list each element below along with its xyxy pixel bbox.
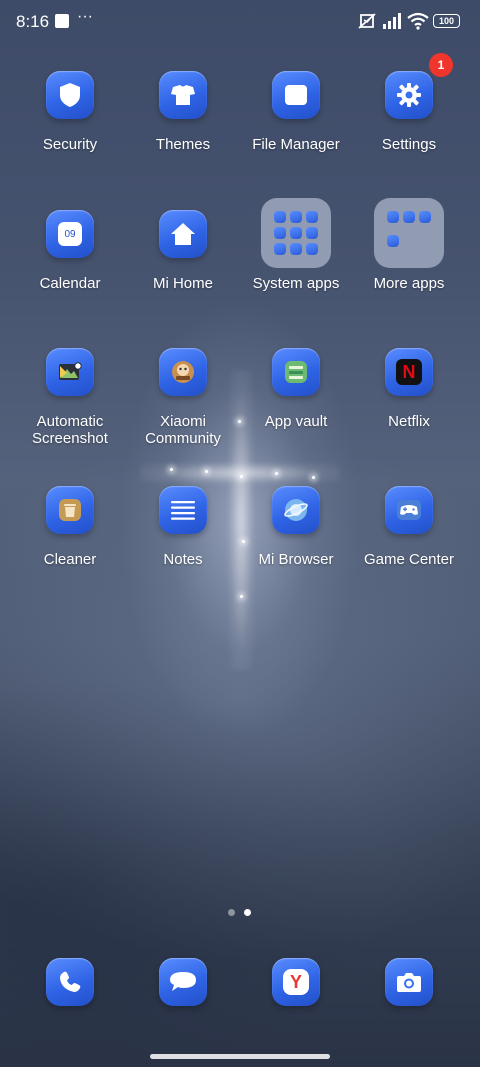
- dock-browser[interactable]: Y: [272, 958, 320, 1006]
- xiaomi-community-app-icon[interactable]: [159, 348, 207, 396]
- app-label: Themes: [155, 136, 211, 153]
- notification-badge: 1: [429, 53, 453, 77]
- app-label: Automatic Screenshot: [32, 413, 108, 447]
- netflix-icon: N: [396, 359, 422, 385]
- themes-icon: [171, 85, 195, 105]
- page-dot-active[interactable]: [244, 909, 251, 916]
- themes-app-icon[interactable]: [159, 71, 207, 119]
- wallpaper-star: [170, 468, 173, 471]
- notes-icon: [171, 501, 195, 520]
- page-indicator: [228, 909, 258, 917]
- app-label: Notes: [163, 551, 203, 568]
- wifi-icon: [407, 12, 429, 30]
- app-label: App vault: [264, 413, 328, 430]
- trash-icon: [59, 499, 81, 521]
- wallpaper-star: [205, 470, 208, 473]
- dock-messages[interactable]: [159, 958, 207, 1006]
- mi-home-app-icon[interactable]: [159, 210, 207, 258]
- folder-grid-icon[interactable]: [261, 198, 331, 268]
- calendar-icon: 09: [58, 222, 82, 246]
- signal-icon: [383, 13, 401, 29]
- gear-icon: [397, 83, 421, 107]
- app-label: Netflix: [388, 413, 430, 430]
- app-label: File Manager: [252, 136, 340, 153]
- automatic-screenshot-app-icon[interactable]: [46, 348, 94, 396]
- app-label: System apps: [252, 275, 340, 292]
- wallpaper-star: [240, 475, 243, 478]
- shield-icon: [60, 83, 80, 107]
- app-label: Security: [42, 136, 98, 153]
- security-app-icon[interactable]: [46, 71, 94, 119]
- wallpaper-star: [242, 540, 245, 543]
- browser-icon: [284, 499, 308, 521]
- calendar-app-icon[interactable]: 09: [46, 210, 94, 258]
- notification-square-icon: [55, 14, 69, 28]
- netflix-app-icon[interactable]: N: [385, 348, 433, 396]
- wallpaper-cross-glow-horizontal: [140, 462, 340, 484]
- app-label: Game Center: [363, 551, 455, 568]
- home-icon: [171, 223, 195, 245]
- folder-grid-icon[interactable]: [374, 198, 444, 268]
- game-center-app-icon[interactable]: [385, 486, 433, 534]
- app-label: Mi Home: [152, 275, 213, 292]
- settings-app-icon[interactable]: [385, 71, 433, 119]
- yandex-browser-icon: Y: [283, 969, 309, 995]
- wallpaper-star: [312, 476, 315, 479]
- home-indicator[interactable]: [150, 1054, 330, 1059]
- wallpaper-star: [240, 595, 243, 598]
- app-label: Cleaner: [43, 551, 97, 568]
- messages-icon: [170, 972, 196, 991]
- more-notifications-icon: ···: [77, 8, 93, 25]
- cleaner-app-icon[interactable]: [46, 486, 94, 534]
- mi-browser-app-icon[interactable]: [272, 486, 320, 534]
- vibrate-off-icon: [358, 13, 376, 29]
- app-label: Mi Browser: [258, 551, 334, 568]
- dock-camera[interactable]: [385, 958, 433, 1006]
- app-vault-app-icon[interactable]: [272, 348, 320, 396]
- app-label: Xiaomi Community: [145, 413, 221, 447]
- app-label: More apps: [373, 275, 445, 292]
- status-clock: 8:16: [16, 12, 50, 31]
- screenshot-icon: [59, 362, 82, 380]
- folder-icon: [285, 85, 307, 105]
- page-dot[interactable]: [228, 909, 235, 916]
- camera-icon: [397, 973, 421, 992]
- app-vault-icon: [285, 361, 307, 383]
- app-label: Calendar: [39, 275, 101, 292]
- phone-icon: [60, 971, 81, 992]
- status-bar: 8:16 ··· 100: [0, 0, 480, 44]
- file-manager-app-icon[interactable]: [272, 71, 320, 119]
- app-label: Settings: [381, 136, 437, 153]
- dock-phone[interactable]: [46, 958, 94, 1006]
- gamepad-icon: [397, 500, 421, 520]
- notes-app-icon[interactable]: [159, 486, 207, 534]
- battery-icon: 100: [433, 14, 460, 28]
- wallpaper-star: [275, 472, 278, 475]
- community-icon: [172, 361, 194, 383]
